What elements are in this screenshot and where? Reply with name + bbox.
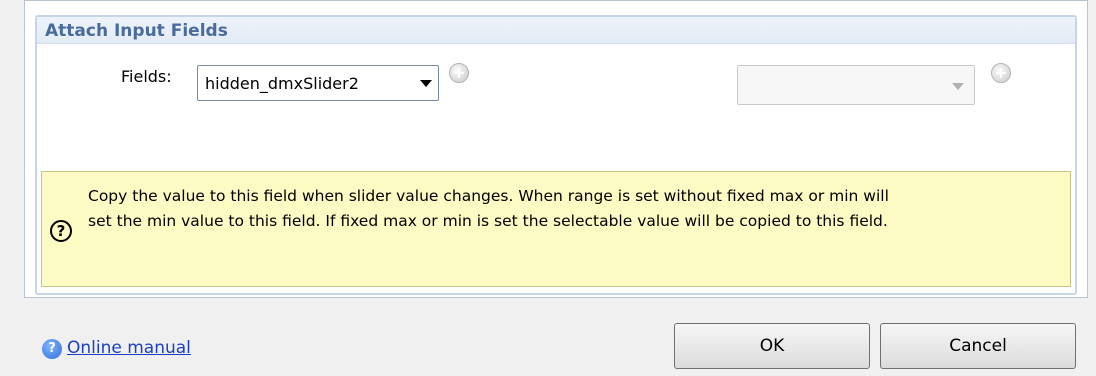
question-icon: ? (50, 220, 72, 242)
cancel-button[interactable]: Cancel (880, 323, 1076, 369)
attach-input-fields-group: Attach Input Fields Fields: hidden_dmxSl… (35, 15, 1077, 295)
help-text: Copy the value to this field when slider… (88, 184, 1068, 234)
section-header: Attach Input Fields (37, 17, 1075, 44)
help-icon[interactable]: ? (42, 339, 62, 359)
fields-select[interactable]: hidden_dmxSlider2 (197, 65, 439, 101)
help-text-line: set the min value to this field. If fixe… (88, 212, 888, 230)
add-field-icon[interactable] (449, 63, 469, 83)
chevron-down-icon (952, 83, 964, 90)
section-title: Attach Input Fields (45, 21, 228, 41)
ok-button[interactable]: OK (674, 323, 870, 369)
second-fields-select[interactable] (737, 65, 975, 105)
add-second-field-icon[interactable] (991, 63, 1011, 83)
help-info-box: ? Copy the value to this field when slid… (41, 171, 1071, 287)
fields-select-value: hidden_dmxSlider2 (205, 74, 359, 93)
fields-label: Fields: (121, 67, 172, 86)
properties-panel: Attach Input Fields Fields: hidden_dmxSl… (24, 0, 1088, 298)
online-manual-link[interactable]: Online manual (67, 338, 191, 358)
chevron-down-icon (420, 80, 432, 87)
help-text-line: Copy the value to this field when slider… (88, 187, 889, 205)
